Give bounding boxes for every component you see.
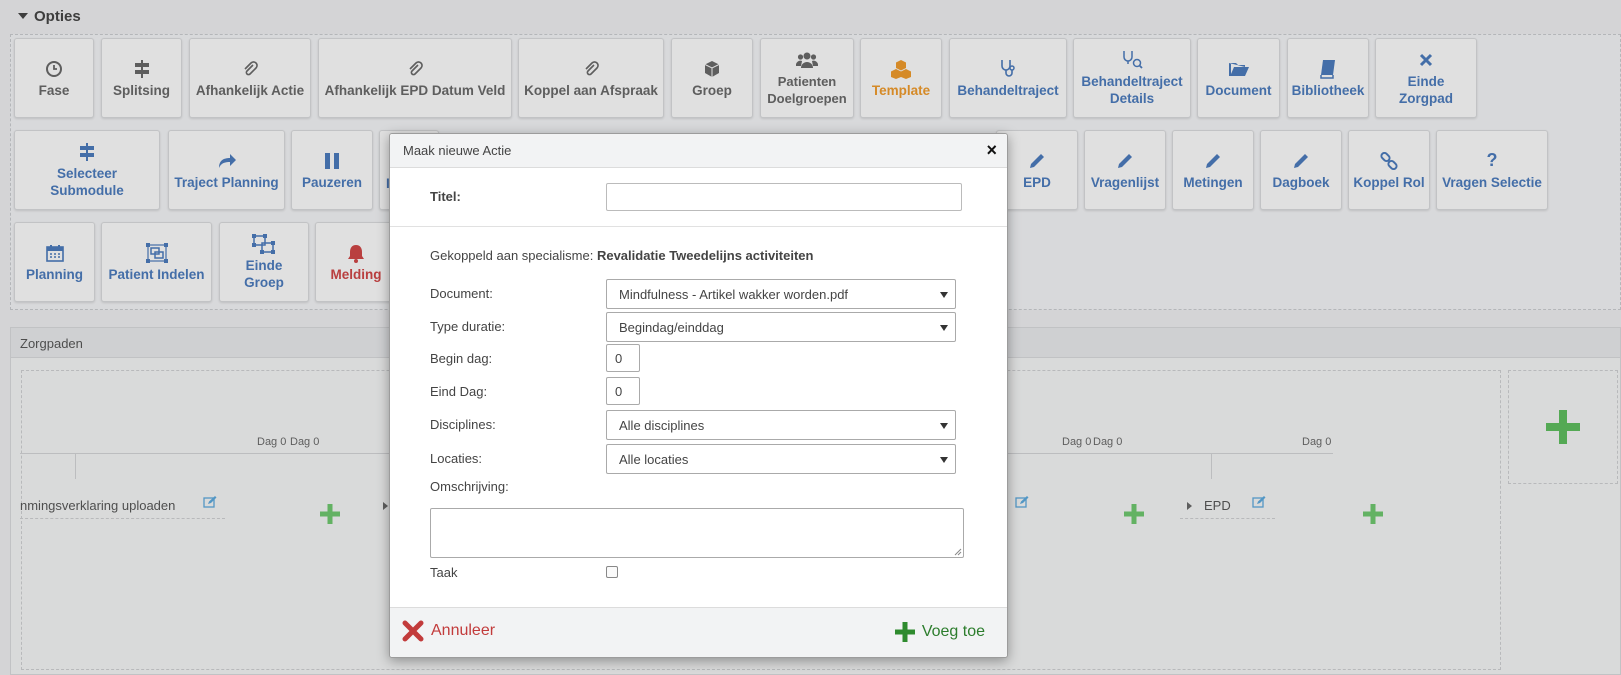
specialism-info: Gekoppeld aan specialisme: Revalidatie T… [430,248,814,263]
locaties-select[interactable]: Alle locaties [606,444,956,474]
dialog-title: Maak nieuwe Actie [403,143,512,158]
divider [390,226,1007,227]
specialism-value: Revalidatie Tweedelijns activiteiten [596,248,814,263]
begin-dag-input[interactable]: 0 [606,344,640,372]
add-button[interactable]: Voeg toe [894,622,985,642]
type-duratie-label: Type duratie: [430,319,506,334]
omschrijving-label: Omschrijving: [430,479,509,494]
titel-input[interactable] [606,183,962,211]
omschrijving-textarea[interactable] [430,508,964,558]
chevron-down-icon [940,457,948,463]
locaties-label: Locaties: [430,451,483,466]
disciplines-select[interactable]: Alle disciplines [606,410,956,440]
document-select[interactable]: Mindfulness - Artikel wakker worden.pdf [606,279,956,309]
close-icon[interactable]: × [986,140,997,160]
cancel-x-icon [402,620,424,642]
resize-handle-icon[interactable] [954,548,962,556]
eind-dag-label: Eind Dag: [430,384,488,399]
taak-checkbox[interactable] [606,566,618,578]
dialog-header: Maak nieuwe Actie × [390,134,1007,168]
new-action-dialog: Maak nieuwe Actie × Titel: Gekoppeld aan… [389,133,1008,658]
disciplines-label: Disciplines: [430,417,496,432]
chevron-down-icon [940,292,948,298]
taak-label: Taak [430,565,458,580]
begin-dag-label: Begin dag: [430,351,493,366]
eind-dag-input[interactable]: 0 [606,377,640,405]
dialog-footer: Annuleer Voeg toe [390,607,1007,657]
chevron-down-icon [940,325,948,331]
chevron-down-icon [940,423,948,429]
document-label: Document: [430,286,493,301]
cancel-button[interactable]: Annuleer [402,620,495,642]
type-duratie-select[interactable]: Begindag/einddag [606,312,956,342]
plus-icon [894,622,915,642]
titel-label: Titel: [430,189,461,204]
